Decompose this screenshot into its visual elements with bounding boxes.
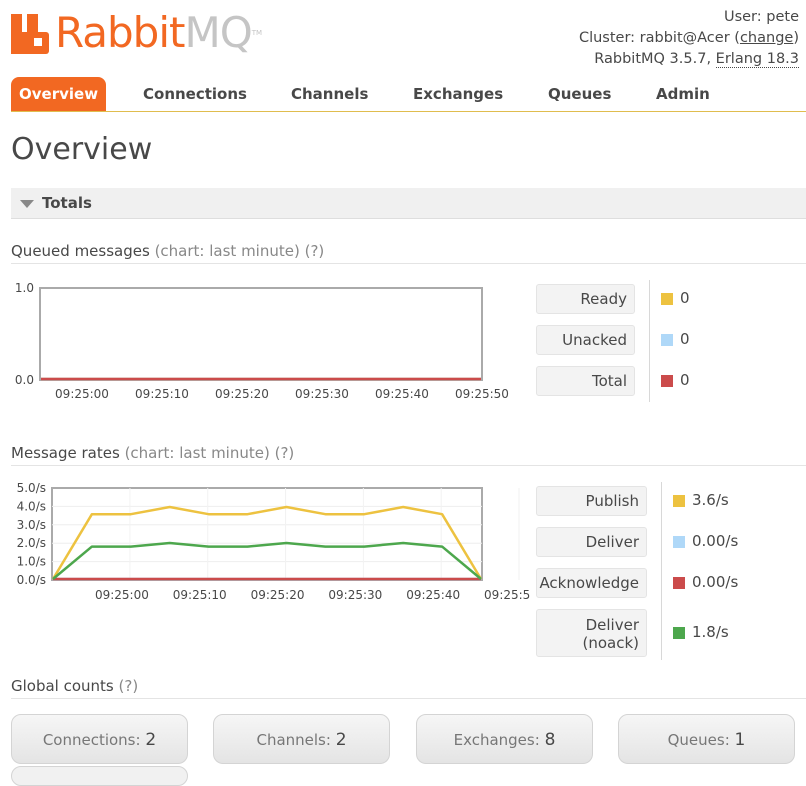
x-tick-label: 09:25:30 [328, 588, 382, 602]
legend-label-ready: Ready [536, 284, 635, 314]
tab-connections[interactable]: Connections [143, 77, 247, 111]
y-tick-label: 0.0 [15, 373, 34, 387]
help-link[interactable]: (?) [119, 677, 139, 695]
consumers-count-button[interactable] [11, 766, 188, 786]
queued-messages-heading: Queued messages (chart: last minute) (?) [11, 242, 806, 264]
legend-swatch [661, 334, 673, 346]
legend-value: 3.6/s [692, 491, 729, 509]
page-title: Overview [11, 132, 153, 167]
message-rates-chart: 0.0/s 1.0/s 2.0/s 3.0/s 4.0/s 5.0/s 09:25:00 09… [17, 481, 530, 602]
legend-value: 1.8/s [692, 623, 729, 641]
tab-queues[interactable]: Queues [548, 77, 611, 111]
cluster-name: rabbit@Acer [639, 30, 730, 46]
x-tick-label: 09:25:00 [95, 588, 149, 602]
legend-swatch [673, 627, 685, 639]
legend-label-unacked: Unacked [536, 325, 635, 355]
queues-count-button[interactable]: Queues: 1 [618, 714, 795, 764]
legend-value: 0.00/s [692, 532, 739, 550]
x-tick-label: 09:25:10 [173, 588, 227, 602]
plot-area [39, 287, 483, 381]
legend-swatch [673, 495, 685, 507]
connections-count-button[interactable]: Connections: 2 [11, 714, 188, 764]
x-tick-label: 09:25:20 [215, 387, 269, 401]
user-name: pete [766, 9, 799, 25]
queued-messages-chart: 0.0 1.0 09:25:00 09:25:10 09:25:20 09:25:30 09… [15, 281, 509, 401]
channels-count-button[interactable]: Channels: 2 [213, 714, 390, 764]
x-tick-label: 09:25:40 [375, 387, 429, 401]
cluster-line: Cluster: rabbit@Acer (change) [578, 30, 799, 46]
erlang-version: Erlang 18.3 [715, 51, 799, 68]
y-tick-label: 1.0/s [17, 555, 46, 569]
legend-label-total: Total [536, 366, 635, 396]
legend-divider [661, 482, 662, 660]
x-tick-label: 09:25:40 [406, 588, 460, 602]
chart-range-note[interactable]: (chart: last minute) [155, 242, 300, 260]
legend-label-publish: Publish [536, 486, 647, 516]
tab-admin[interactable]: Admin [656, 77, 710, 111]
plot-area [51, 487, 483, 581]
x-tick-label: 09:25:30 [295, 387, 349, 401]
user-line: User: pete [723, 9, 799, 25]
chart-range-note[interactable]: (chart: last minute) [125, 444, 270, 462]
x-tick-label: 09:25:10 [135, 387, 189, 401]
legend-divider [649, 280, 650, 402]
global-counts-heading: Global counts (?) [11, 677, 806, 699]
tab-channels[interactable]: Channels [291, 77, 368, 111]
help-link[interactable]: (?) [275, 444, 295, 462]
help-link[interactable]: (?) [305, 242, 325, 260]
legend-swatch [661, 375, 673, 387]
legend-value: 0 [680, 289, 690, 307]
message-rates-heading: Message rates (chart: last minute) (?) [11, 444, 806, 466]
user-info: User: pete Cluster: rabbit@Acer (change)… [579, 7, 799, 70]
exchanges-count-button[interactable]: Exchanges: 8 [416, 714, 593, 764]
tab-overview[interactable]: Overview [11, 77, 107, 111]
x-tick-label: 09:25:50 [455, 387, 509, 401]
y-tick-label: 4.0/s [17, 499, 46, 513]
cluster-change-link[interactable]: change [740, 30, 793, 46]
rabbitmq-logo[interactable]: RabbitMQTM [11, 6, 262, 54]
legend-value: 0 [680, 330, 690, 348]
version-line: RabbitMQ 3.5.7, Erlang 18.3 [594, 51, 799, 68]
legend-value: 0.00/s [692, 573, 739, 591]
legend-swatch [661, 293, 673, 305]
legend-value: 0 [680, 371, 690, 389]
x-tick-label: 09:25:00 [55, 387, 109, 401]
totals-label: Totals [42, 194, 92, 212]
legend-label-acknowledge: Acknowledge [536, 568, 647, 598]
x-tick-label: 09:25:20 [251, 588, 305, 602]
legend-swatch [673, 577, 685, 589]
totals-section-header[interactable]: Totals [11, 188, 806, 219]
y-tick-label: 2.0/s [17, 536, 46, 550]
legend-label-deliver-noack: Deliver (noack) [536, 609, 647, 657]
y-tick-label: 0.0/s [17, 573, 46, 587]
rabbit-logo-icon [11, 14, 49, 54]
logo-wordmark: RabbitMQTM [55, 8, 263, 57]
collapse-triangle-icon [20, 200, 34, 208]
tab-exchanges[interactable]: Exchanges [413, 77, 503, 111]
y-tick-label: 3.0/s [17, 518, 46, 532]
y-tick-label: 5.0/s [17, 481, 46, 495]
legend-label-deliver: Deliver [536, 527, 647, 557]
y-tick-label: 1.0 [15, 281, 34, 295]
x-tick-label: 09:25:50 [484, 588, 530, 602]
main-nav: Overview Connections Channels Exchanges … [11, 77, 806, 112]
legend-swatch [673, 536, 685, 548]
